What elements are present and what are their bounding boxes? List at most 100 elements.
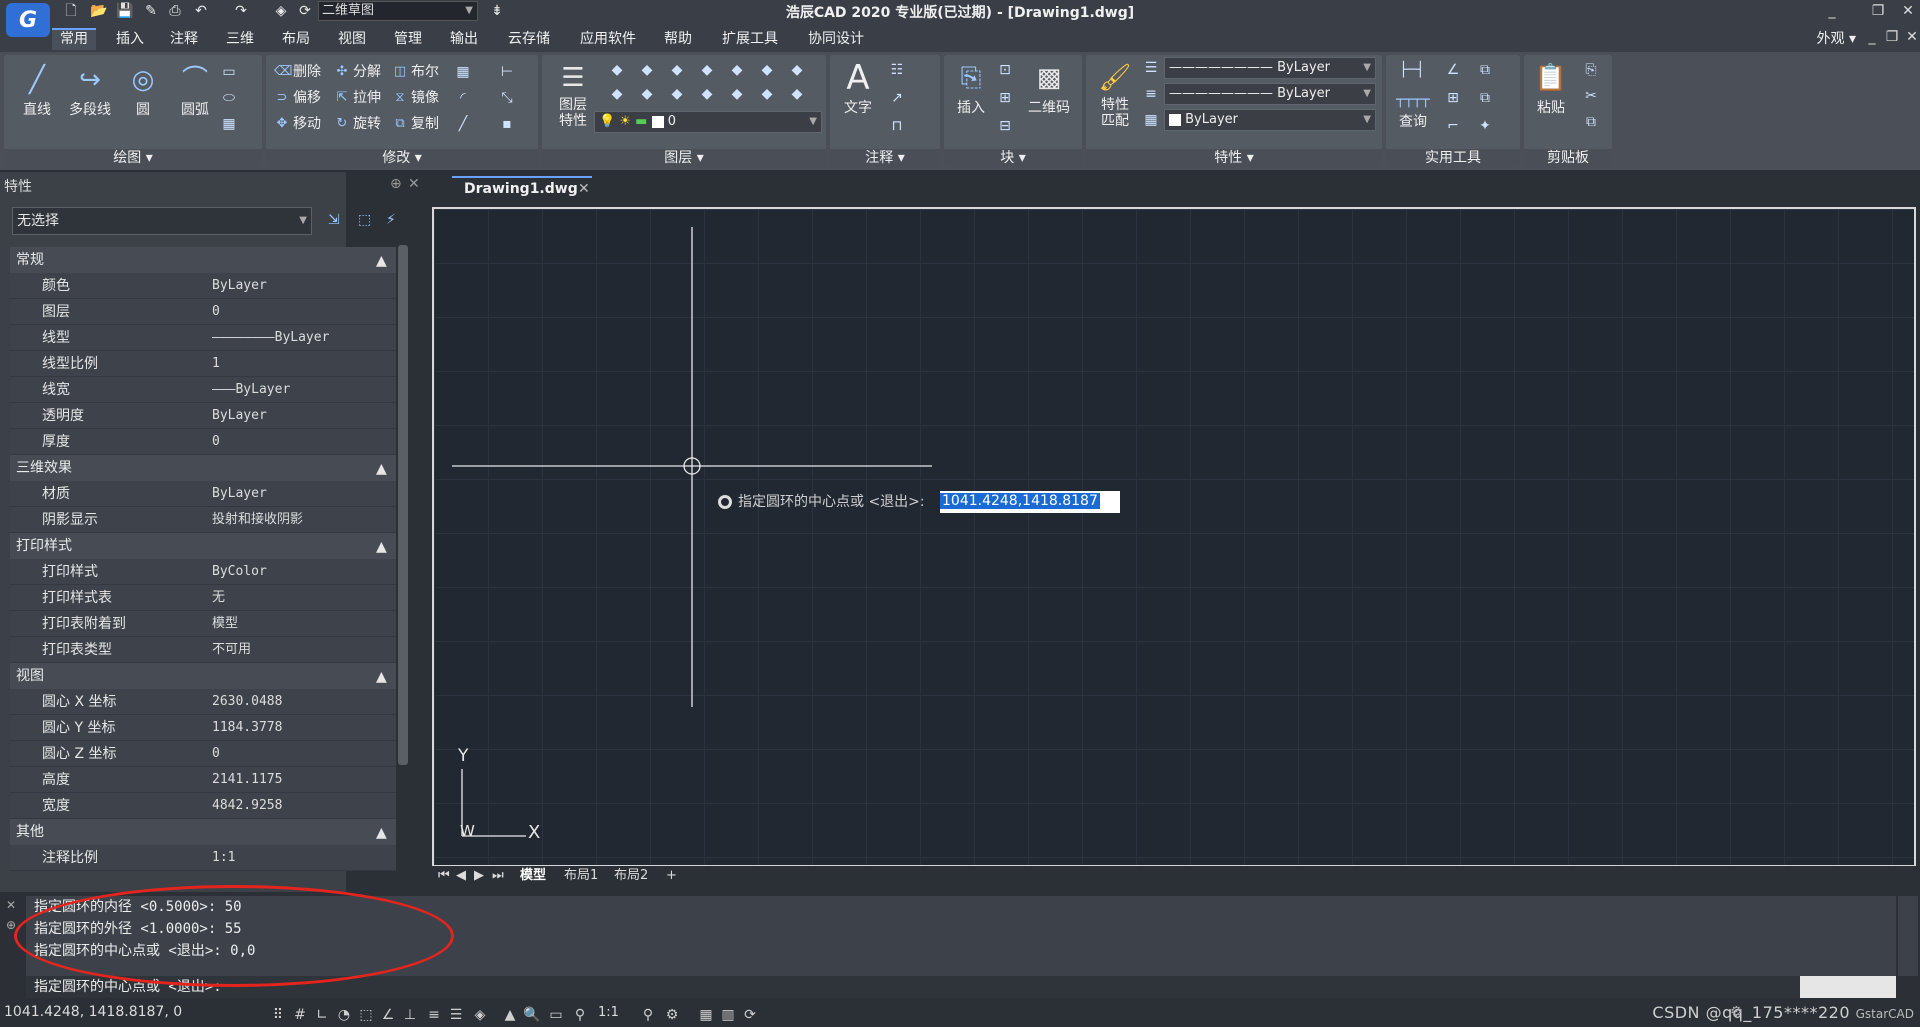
copy-base-icon[interactable]: ⧉	[1580, 111, 1602, 133]
property-value[interactable]: ByColor	[200, 559, 396, 585]
property-row[interactable]: 材质 ByLayer	[10, 481, 396, 507]
property-value[interactable]: 1184.3778	[200, 715, 396, 741]
layer-properties-button[interactable]: ☰ 图层 特性	[548, 61, 598, 129]
property-value[interactable]: 0	[200, 429, 396, 455]
table-icon[interactable]: ☷	[886, 59, 908, 81]
property-value[interactable]: 无	[200, 585, 396, 611]
layer-tool-11-icon[interactable]: ◆	[696, 83, 718, 105]
block-edit-icon[interactable]: ⊡	[994, 59, 1016, 81]
layer-tool-8-icon[interactable]: ◆	[606, 83, 628, 105]
collapse-icon[interactable]: ▲	[376, 669, 387, 685]
collapse-icon[interactable]: ▲	[376, 253, 387, 269]
property-value[interactable]: 4842.9258	[200, 793, 396, 819]
last-layout-icon[interactable]: ⏭	[492, 866, 504, 886]
text-button[interactable]: A 文字	[836, 61, 880, 117]
hardware-accel-icon[interactable]: ⟳	[740, 1005, 760, 1025]
property-row[interactable]: 圆心 Z 坐标 0	[10, 741, 396, 767]
property-section[interactable]: 打印样式	[10, 533, 396, 559]
insert-block-button[interactable]: ⎘ 插入	[948, 61, 994, 117]
tab-model[interactable]: 模型	[520, 866, 546, 886]
property-row[interactable]: 线宽 ———ByLayer	[10, 377, 396, 403]
command-scrollbar[interactable]	[1898, 896, 1918, 976]
first-layout-icon[interactable]: ⏮	[438, 866, 450, 886]
layer-select[interactable]: 💡 ☀ ▬ 0 ▼	[594, 111, 822, 133]
array-icon[interactable]: ▦	[452, 61, 474, 83]
doc-close-icon[interactable]: ✕	[1898, 26, 1920, 50]
property-value[interactable]: 2141.1175	[200, 767, 396, 793]
layer-tool-1-icon[interactable]: ◆	[606, 59, 628, 81]
app-logo-icon[interactable]: G	[6, 3, 50, 37]
layer-tool-6-icon[interactable]: ◆	[756, 59, 778, 81]
property-row[interactable]: 圆心 X 坐标 2630.0488	[10, 689, 396, 715]
minimize-icon[interactable]: _	[1818, 0, 1846, 24]
transparency-icon[interactable]: ☰	[446, 1005, 466, 1025]
layer-tool-4-icon[interactable]: ◆	[696, 59, 718, 81]
fillet-icon[interactable]: ◜	[452, 87, 474, 109]
quick-select-icon[interactable]: ⧉	[1474, 87, 1496, 109]
layer-tool-14-icon[interactable]: ◆	[786, 83, 808, 105]
coordinate-input[interactable]: 1041.4248,1418.8187	[940, 491, 1120, 513]
properties-panel-title[interactable]: 特性 ▾	[1086, 149, 1382, 167]
tab-output[interactable]: 输出	[442, 28, 486, 50]
property-value[interactable]: 0	[200, 741, 396, 767]
snap-icon[interactable]: ⠿	[268, 1005, 288, 1025]
command-hscrollbar[interactable]	[1800, 976, 1896, 998]
property-row[interactable]: 高度 2141.1175	[10, 767, 396, 793]
ortho-icon[interactable]: ∟	[312, 1005, 332, 1025]
osnap-icon[interactable]: ⬚	[356, 1005, 376, 1025]
property-row[interactable]: 打印样式表无	[10, 585, 396, 611]
viewport-icon[interactable]: ▭	[546, 1005, 566, 1025]
property-value[interactable]: ———ByLayer	[200, 377, 396, 403]
select-similar-icon[interactable]: ⧉	[1474, 59, 1496, 81]
tab-close-icon[interactable]: ✕	[578, 178, 590, 200]
property-value[interactable]: 0	[200, 299, 396, 325]
close-icon[interactable]: ✕	[1894, 0, 1920, 24]
add-layout-button[interactable]: +	[666, 866, 677, 886]
annotation-scale[interactable]: 1:1	[598, 1005, 619, 1020]
drawing-canvas[interactable]: Y X W	[432, 207, 1916, 867]
dimension-icon[interactable]: ⊓	[886, 115, 908, 137]
model-space-icon[interactable]: ▲	[500, 1005, 520, 1025]
annotation-visibility-icon[interactable]: ⚲	[570, 1005, 590, 1025]
prev-layout-icon[interactable]: ◀	[456, 866, 466, 886]
property-row[interactable]: 打印样式 ByColor	[10, 559, 396, 585]
property-value[interactable]: ByLayer	[200, 273, 396, 299]
calculator-icon[interactable]: ▥	[718, 1005, 738, 1025]
leader-icon[interactable]: ↗	[886, 87, 908, 109]
layer-tool-2-icon[interactable]: ◆	[636, 59, 658, 81]
property-value[interactable]: 1:1	[200, 845, 396, 871]
property-row[interactable]: 颜色 ByLayer	[10, 273, 396, 299]
property-row[interactable]: 打印表附着到 模型	[10, 611, 396, 637]
select-filter-icon[interactable]: ✦	[1474, 115, 1496, 137]
collapse-icon[interactable]: ▲	[376, 461, 387, 477]
settings-icon[interactable]: ⚙	[1730, 1004, 1743, 1020]
property-value[interactable]: 模型	[200, 611, 396, 637]
grid-table-icon[interactable]: ⊞	[1442, 87, 1464, 109]
palette-close-icon[interactable]: ✕	[408, 176, 420, 192]
customize-qa-icon[interactable]: ⇟	[488, 2, 506, 20]
property-value[interactable]: ByLayer	[200, 481, 396, 507]
appearance-menu[interactable]: 外观 ▾	[1817, 28, 1856, 48]
property-section[interactable]: 常规	[10, 247, 396, 273]
tab-collaborate[interactable]: 协同设计	[800, 28, 872, 50]
property-row[interactable]: 宽度 4842.9258	[10, 793, 396, 819]
property-value[interactable]: 2630.0488	[200, 689, 396, 715]
annotation-panel-title[interactable]: 注释 ▾	[830, 149, 940, 167]
block-create-icon[interactable]: ⊞	[994, 87, 1016, 109]
tab-layout1[interactable]: 布局1	[564, 866, 598, 886]
tab-cloud[interactable]: 云存储	[500, 28, 558, 50]
property-section[interactable]: 视图	[10, 663, 396, 689]
dyn-ucs-icon[interactable]: ⊥	[400, 1005, 420, 1025]
properties-scrollbar[interactable]	[398, 245, 408, 765]
zoom-icon[interactable]: 🔍	[522, 1005, 542, 1025]
restore-icon[interactable]: ❐	[1864, 0, 1892, 24]
property-row[interactable]: 厚度 0	[10, 429, 396, 455]
property-section[interactable]: 其他	[10, 819, 396, 845]
property-row[interactable]: 透明度 ByLayer	[10, 403, 396, 429]
grid-icon[interactable]: #	[290, 1005, 310, 1025]
layer-tool-13-icon[interactable]: ◆	[756, 83, 778, 105]
property-value[interactable]: ByLayer	[200, 403, 396, 429]
extend-icon[interactable]: ▪	[496, 113, 518, 135]
property-row[interactable]: 线型比例 1	[10, 351, 396, 377]
layer-tool-5-icon[interactable]: ◆	[726, 59, 748, 81]
